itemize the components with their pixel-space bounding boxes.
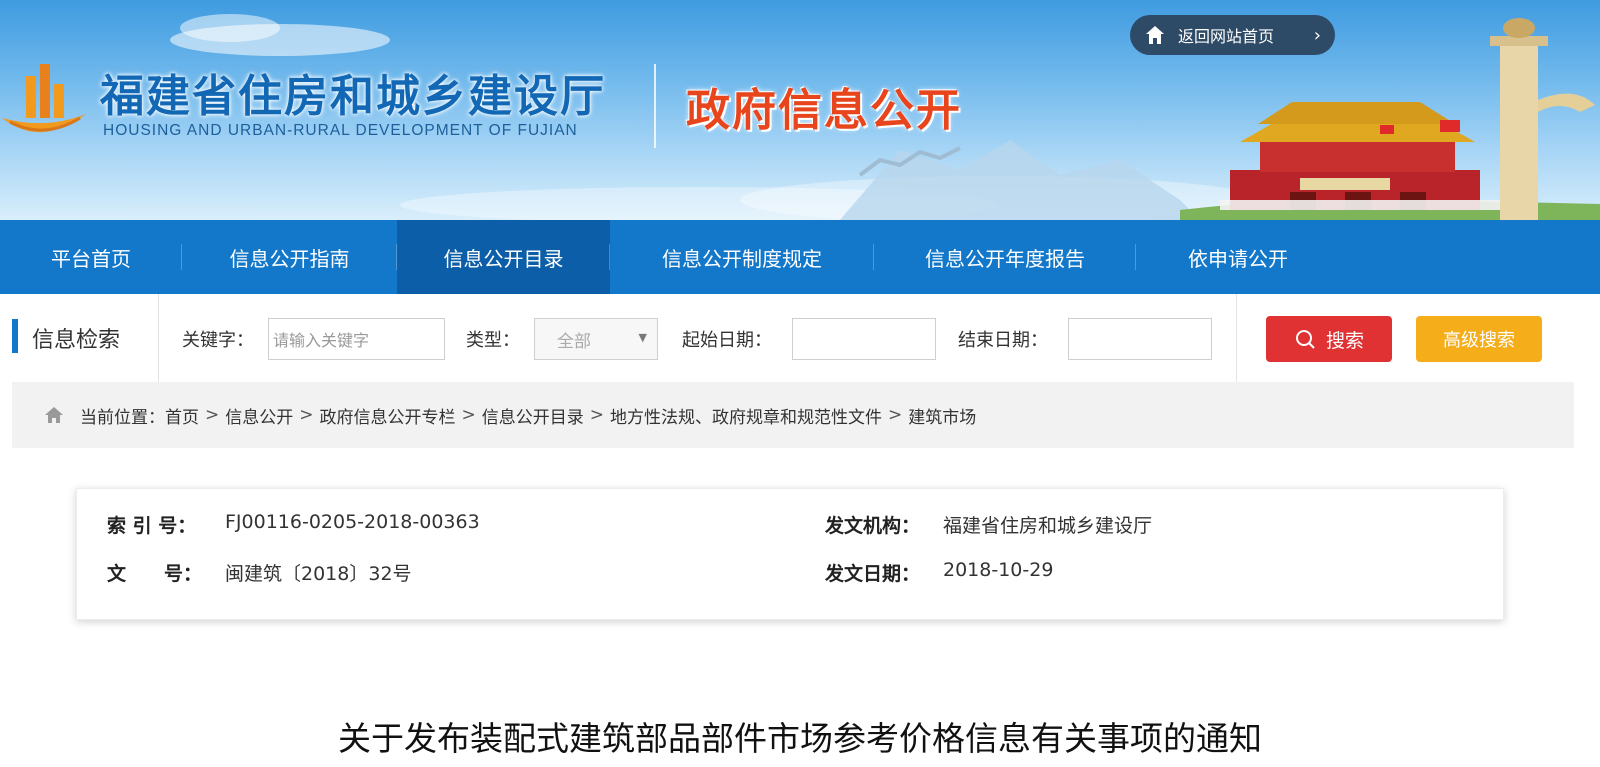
issue-date-value: 2018-10-29 xyxy=(943,559,1054,581)
department-english-title: HOUSING AND URBAN-RURAL DEVELOPMENT OF F… xyxy=(103,122,578,139)
breadcrumb-item[interactable]: 政府信息公开专栏 xyxy=(320,403,456,428)
chevron-right-icon: › xyxy=(1313,24,1321,46)
site-banner: 福建省住房和城乡建设厅 HOUSING AND URBAN-RURAL DEVE… xyxy=(0,0,1600,220)
portal-title: 政府信息公开 xyxy=(686,85,962,136)
start-date-input[interactable] xyxy=(792,318,936,360)
end-date-label: 结束日期： xyxy=(958,330,1048,351)
issue-date-label: 发文日期： xyxy=(825,563,921,585)
document-number-value: 闽建筑〔2018〕32号 xyxy=(225,563,412,585)
document-number-label: 文 号： xyxy=(107,563,203,585)
nav-item-annual-report[interactable]: 信息公开年度报告 xyxy=(874,220,1136,294)
breadcrumb-separator: > xyxy=(888,405,903,425)
nav-item-platform-home[interactable]: 平台首页 xyxy=(0,220,182,294)
breadcrumb-item[interactable]: 信息公开目录 xyxy=(482,403,584,428)
search-section-title: 信息检索 xyxy=(32,328,121,353)
main-navigation: 平台首页 信息公开指南 信息公开目录 信息公开制度规定 信息公开年度报告 依申请… xyxy=(0,220,1600,294)
department-logo xyxy=(2,64,86,133)
document-metadata-card: 索 引 号： FJ00116-0205-2018-00363 文 号： 闽建筑〔… xyxy=(76,488,1504,620)
end-date-input[interactable] xyxy=(1068,318,1212,360)
breadcrumb-separator: > xyxy=(299,405,314,425)
breadcrumb-prefix: 当前位置： xyxy=(80,407,165,428)
department-title: 福建省住房和城乡建设厅 xyxy=(100,71,606,122)
type-label: 类型： xyxy=(466,330,520,351)
breadcrumb: 当前位置： 首页 > 信息公开 > 政府信息公开专栏 > 信息公开目录 > 地方… xyxy=(12,382,1574,448)
document-title: 关于发布装配式建筑部品部件市场参考价格信息有关事项的通知 xyxy=(338,719,1262,758)
nav-item-disclosure-guide[interactable]: 信息公开指南 xyxy=(182,220,397,294)
back-to-home-label: 返回网站首页 xyxy=(1178,27,1275,46)
type-select-value: 全部 xyxy=(557,331,591,352)
keyword-label: 关键字： xyxy=(182,330,254,351)
breadcrumb-item[interactable]: 首页 xyxy=(165,403,199,428)
info-search-bar: 信息检索 关键字： 请输入关键字 类型： 全部 ▼ 起始日期： 结束日期： 搜索… xyxy=(0,294,1600,382)
index-number-value: FJ00116-0205-2018-00363 xyxy=(225,511,480,533)
breadcrumb-separator: > xyxy=(205,405,220,425)
start-date-label: 起始日期： xyxy=(682,330,772,351)
divider xyxy=(1236,294,1237,382)
search-button[interactable]: 搜索 xyxy=(1266,316,1392,362)
index-number-label: 索 引 号： xyxy=(107,515,197,537)
title-divider xyxy=(654,64,656,148)
type-select[interactable]: 全部 ▼ xyxy=(534,318,658,360)
search-button-label: 搜索 xyxy=(1325,329,1364,352)
section-accent-bar xyxy=(12,319,18,353)
breadcrumb-item[interactable]: 信息公开 xyxy=(225,403,293,428)
issuer-label: 发文机构： xyxy=(825,515,921,537)
home-icon xyxy=(45,407,63,423)
nav-item-disclosure-catalog[interactable]: 信息公开目录 xyxy=(397,220,610,294)
issuer-value: 福建省住房和城乡建设厅 xyxy=(943,515,1153,537)
nav-item-disclosure-regulations[interactable]: 信息公开制度规定 xyxy=(610,220,874,294)
nav-item-apply-disclosure[interactable]: 依申请公开 xyxy=(1136,220,1340,294)
search-icon xyxy=(1295,330,1315,349)
home-icon xyxy=(1146,26,1164,44)
keyword-input[interactable]: 请输入关键字 xyxy=(268,318,445,360)
divider xyxy=(158,294,159,382)
breadcrumb-separator: > xyxy=(589,405,604,425)
back-to-home-button[interactable]: 返回网站首页 › xyxy=(1130,15,1335,55)
dropdown-arrow-icon: ▼ xyxy=(638,331,647,344)
breadcrumb-separator: > xyxy=(461,405,476,425)
advanced-search-button[interactable]: 高级搜索 xyxy=(1416,316,1542,362)
breadcrumb-item[interactable]: 地方性法规、政府规章和规范性文件 xyxy=(610,403,882,428)
breadcrumb-item[interactable]: 建筑市场 xyxy=(908,403,976,428)
